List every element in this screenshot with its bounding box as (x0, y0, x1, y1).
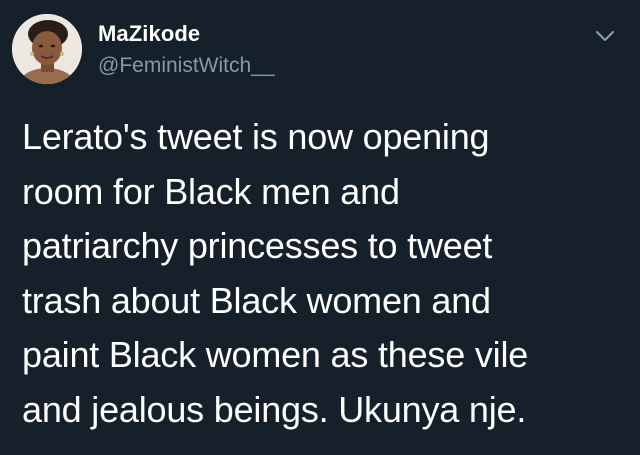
tweet-text: Lerato's tweet is now opening room for B… (22, 116, 529, 430)
user-handle[interactable]: @FeministWitch__ (98, 54, 275, 78)
profile-photo-icon (12, 14, 82, 84)
chevron-down-icon[interactable] (594, 28, 616, 44)
display-name[interactable]: MaZikode (98, 21, 200, 47)
avatar[interactable] (12, 14, 82, 84)
tweet-card: MaZikode @FeministWitch__ Lerato's tweet… (0, 0, 640, 455)
